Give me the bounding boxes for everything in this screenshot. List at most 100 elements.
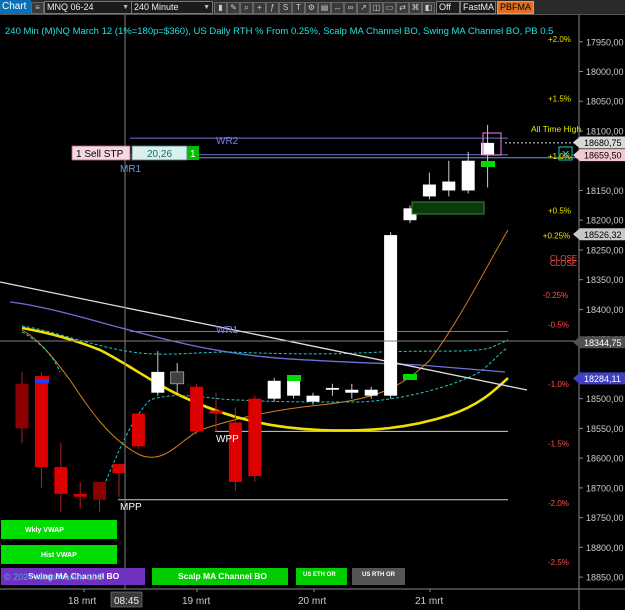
fastma-button[interactable]: FastMA [460,1,496,14]
hist-vwap-label: Hist VWAP [41,552,77,559]
us-rth-or-label: US RTH OR [362,572,396,578]
percent-label: -1.5% [548,439,569,448]
list-icon[interactable]: ≡ [31,2,44,14]
time-label: 18 mrt [68,596,97,607]
scroll-icon[interactable]: ↔ [331,2,344,14]
candle-body [228,422,242,482]
candle-body [248,398,262,476]
wr1-label: WR1 [216,325,239,336]
price-tick-label: 18350,00 [586,275,624,285]
crosshair-icon[interactable]: + [253,2,266,14]
indicators-icon[interactable]: ƒ [266,2,279,14]
instrument-value: MNQ 06-24 [47,2,94,12]
candle-body [422,184,436,197]
zoom-icon[interactable]: ⌕ [240,2,253,14]
price-tick-label: 18600,00 [586,454,624,464]
copyright-text: © 2024 NinjaTrader, LLC [4,572,104,582]
template-icon[interactable]: T [292,2,305,14]
price-tick-label: 18500,00 [586,394,624,404]
price-tick-label: 18050,00 [586,97,624,107]
percent-label: +1.5% [548,94,571,103]
chart-trader-icon[interactable]: ⇄ [396,2,409,14]
percent-label: -2.5% [548,558,569,567]
candle-body [267,380,281,399]
candle-body [112,464,126,474]
wkly-vwap-label: Wkly VWAP [25,527,64,534]
us-eth-or-label: US ETH OR [303,572,336,578]
share-icon[interactable]: ↗ [357,2,370,14]
bar-style-icon[interactable]: ▮ [214,2,227,14]
price-tick-label: 18750,00 [586,513,624,523]
price-tick-label: 18250,00 [586,245,624,255]
link-icon[interactable]: ∞ [344,2,357,14]
price-chart[interactable]: +2.0%+1.5%+1.0%+0.5%+0.25%-0.25%-0.5%-1.… [0,15,625,610]
percent-label: +0.25% [543,232,570,241]
chart-tab[interactable]: Chart [0,0,31,14]
mpp-label: MPP [120,502,142,513]
scalp-ma-channel-bo-label: Scalp MA Channel BO [178,571,267,581]
candle-body [170,371,185,385]
attach-icon[interactable]: ⌘ [409,2,422,14]
candle-body [34,380,48,468]
interval-value: 240 Minute [134,2,179,12]
wpp-label: WPP [216,434,239,445]
price-marker-label: 18526,32 [584,230,622,240]
price-tick-label: 17950,00 [586,37,624,47]
candle-body [306,395,320,402]
price-tick-label: 18200,00 [586,216,624,226]
percent-label: -0.25% [543,291,568,300]
candle-body [364,389,378,396]
price-tick-label: 18850,00 [586,573,624,583]
candle-body [190,386,204,432]
pbfma-button[interactable]: PBFMA [497,1,535,14]
time-label: 19 mrt [182,596,211,607]
candle-body [54,467,68,494]
price-tick-label: 18550,00 [586,424,624,434]
percent-label: -0.5% [548,320,569,329]
candle-body [461,160,475,191]
green-zone-box [411,201,485,215]
fastma-label: FastMA [463,2,495,12]
candle-body [325,387,339,390]
chart-title: 240 Min (M)NQ March 12 (1%=180p=$360), U… [5,26,553,37]
instrument-select[interactable]: MNQ 06-24 ▼ [44,1,132,14]
time-label: 20 mrt [298,596,327,607]
properties-icon[interactable]: ⚙ [305,2,318,14]
mr1-label: MR1 [120,164,142,175]
strategy-icon[interactable]: S [279,2,292,14]
chevron-down-icon: ▼ [203,4,210,11]
snapshot-icon[interactable]: ◫ [370,2,383,14]
crosshair-time-label: 08:45 [114,596,139,607]
candle-body [151,371,165,393]
window-icon[interactable]: ▭ [383,2,396,14]
candle-body [15,383,29,429]
interval-select[interactable]: 240 Minute ▼ [131,1,213,14]
price-tick-label: 18150,00 [586,186,624,196]
green-signal-marker [287,375,301,381]
toggle-select[interactable]: Off [436,1,460,14]
header-title: 240 Min (M)NQ March 12 (1%=180p=$360), U… [5,26,553,37]
price-marker-label: 18680,75 [584,138,622,148]
candle-body [384,235,398,396]
data-box-icon[interactable]: ▤ [318,2,331,14]
price-tick-label: 18100,00 [586,126,624,136]
all-time-high-label: All Time High [531,124,581,134]
draw-icon[interactable]: ✎ [227,2,240,14]
tab-icon[interactable]: ◧ [422,2,435,14]
order-price: 20,26 [147,149,172,160]
candle-body [73,493,87,497]
price-tick-label: 18400,00 [586,305,624,315]
close-icon[interactable]: ✕ [561,149,570,161]
sell-stop-label: 1 Sell STP [76,149,124,160]
price-marker-label: 18659,50 [584,151,622,161]
time-label: 21 mrt [415,596,444,607]
price-marker-label: 18284,11 [584,374,621,384]
price-marker-label: 18344,75 [584,338,622,348]
chart-toolbar: Chart ≡ MNQ 06-24 ▼ 240 Minute ▼ ▮ ✎ ⌕ + ƒ… [0,0,625,15]
toggle-value: Off [439,2,451,12]
candle-body [345,389,359,393]
green-signal-marker [403,374,417,380]
percent-label: +0.5% [548,207,571,216]
chevron-down-icon: ▼ [122,4,129,11]
price-tick-label: 18700,00 [586,483,624,493]
